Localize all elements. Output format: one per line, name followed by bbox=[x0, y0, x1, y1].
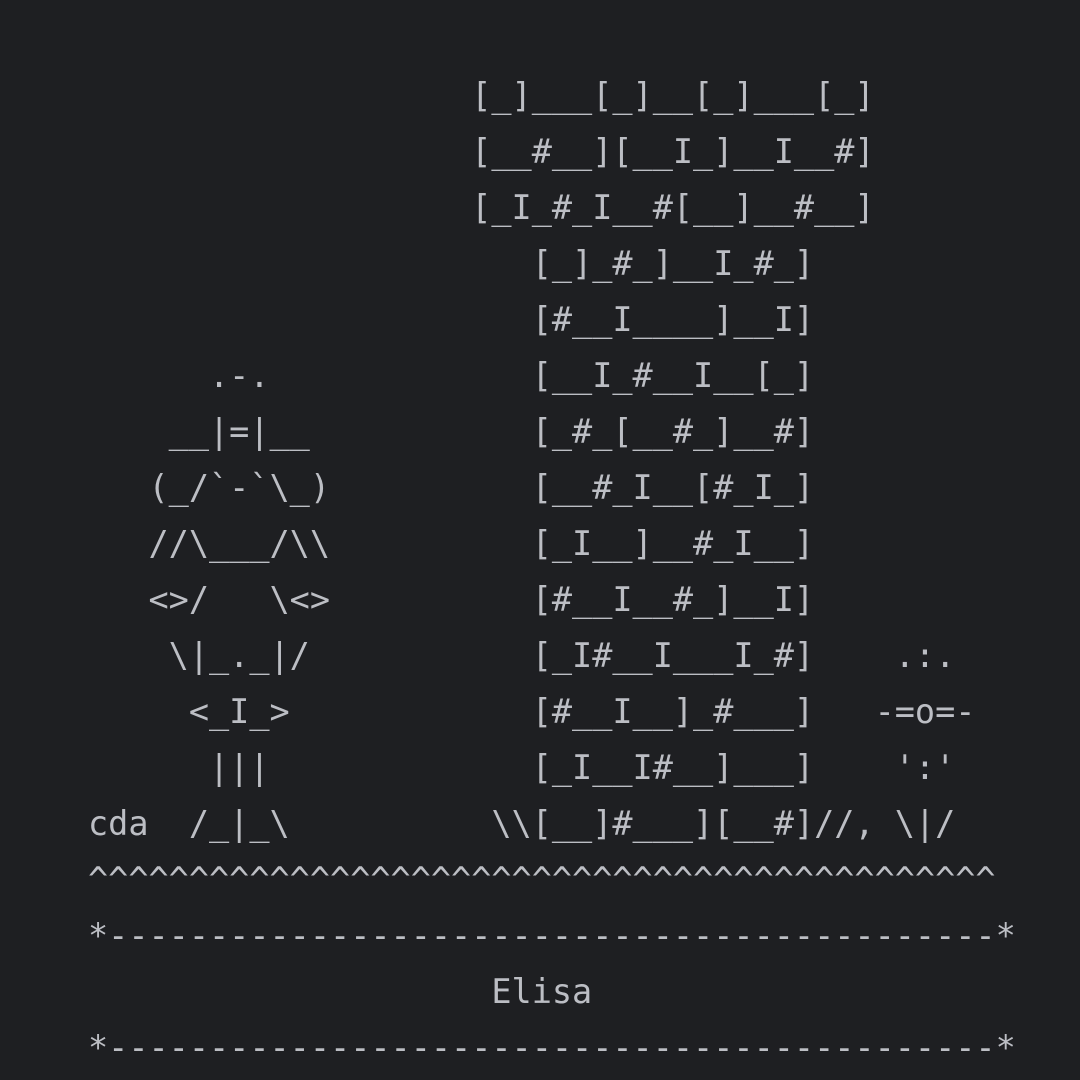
art-line-tower-3: [_I_#_I__#[__]__#__] bbox=[88, 188, 875, 227]
art-line-tower-2: [__#__][__I_]__I__#] bbox=[88, 132, 875, 171]
art-line-robot-torso: \|_._|/ [_I#__I___I_#] .:. bbox=[88, 636, 956, 675]
art-line-robot-legs: ||| [_I__I#__]___] ':' bbox=[88, 748, 956, 787]
divider-bottom: *---------------------------------------… bbox=[88, 1028, 1016, 1067]
art-line-robot-shoulders: //\___/\\ [_I__]__#_I__] bbox=[88, 524, 815, 563]
terminal-output: [_]___[_]__[_]___[_] [__#__][__I_]__I__#… bbox=[0, 0, 1080, 1080]
art-line-grass: ^^^^^^^^^^^^^^^^^^^^^^^^^^^^^^^^^^^^^^^^… bbox=[88, 860, 996, 899]
art-line-tower-1: [_]___[_]__[_]___[_] bbox=[88, 76, 875, 115]
art-line-tower-5: [#__I____]__I] bbox=[88, 300, 815, 339]
art-line-robot-arms: <>/ \<> [#__I__#_]__I] bbox=[88, 580, 815, 619]
art-line-tower-4: [_]_#_]__I_#_] bbox=[88, 244, 815, 283]
divider-top: *---------------------------------------… bbox=[88, 916, 1016, 955]
name-text: Elisa bbox=[88, 972, 593, 1011]
art-line-robot-face: (_/`-`\_) [__#_I__[#_I_] bbox=[88, 468, 815, 507]
art-line-ground-base: cda /_|_\ \\[__]#___][__#]//, \|/ bbox=[88, 804, 956, 843]
art-line-robot-head: .-. [__I_#__I__[_] bbox=[88, 356, 815, 395]
art-line-robot-waist: <_I_> [#__I__]_#___] -=o=- bbox=[88, 692, 976, 731]
art-line-robot-hat: __|=|__ [_#_[__#_]__#] bbox=[88, 412, 815, 451]
